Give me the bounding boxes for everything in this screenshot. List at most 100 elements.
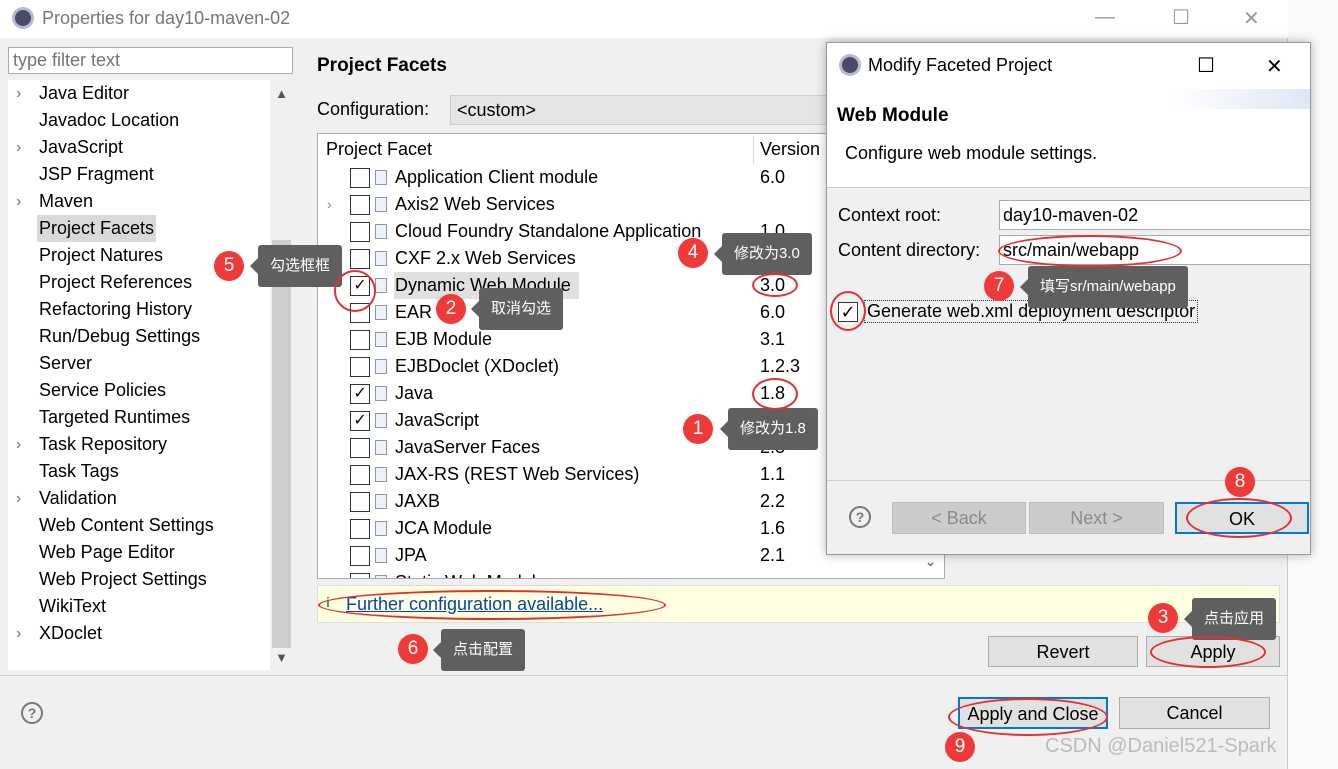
highlight-ellipse (1186, 498, 1292, 538)
expand-chevron-icon[interactable]: › (16, 620, 21, 647)
step-tooltip: 填写sr/main/webapp (1020, 266, 1188, 308)
facet-checkbox[interactable] (350, 492, 370, 512)
expand-chevron-icon[interactable]: › (327, 191, 332, 218)
facet-name: JAXB (395, 491, 441, 511)
highlight-ellipse (948, 698, 1108, 736)
facet-icon (375, 467, 387, 482)
step-badge: 8 (1225, 467, 1255, 497)
configuration-select[interactable]: <custom> (450, 95, 840, 125)
facet-checkbox[interactable] (350, 573, 370, 578)
facet-checkbox[interactable] (350, 195, 370, 215)
facet-version[interactable]: 2.2 (760, 488, 785, 515)
tree-item-label: Web Content Settings (39, 515, 214, 535)
step-badge: 1 (683, 414, 713, 444)
window-title: Properties for day10-maven-02 (42, 8, 291, 28)
highlight-ellipse (334, 270, 376, 312)
watermark: CSDN @Daniel521-Spark (1045, 735, 1277, 757)
facet-checkbox[interactable] (350, 438, 370, 458)
tree-item-label: JSP Fragment (39, 164, 154, 184)
facet-icon (375, 278, 387, 293)
context-root-label: Context root: (838, 205, 942, 225)
dialog-maximize-button[interactable]: ☐ (1197, 53, 1215, 78)
step-tooltip: 勾选框框 (249, 245, 343, 287)
dialog-description: Configure web module settings. (845, 143, 1098, 163)
facet-checkbox[interactable] (350, 519, 370, 539)
facet-icon (375, 548, 387, 563)
facet-version[interactable]: 3.1 (760, 326, 785, 353)
filter-input[interactable] (8, 47, 293, 74)
expand-chevron-icon[interactable]: › (16, 188, 21, 215)
step-tooltip: 修改为3.0 (714, 233, 812, 275)
facet-version[interactable]: 1.6 (760, 515, 785, 542)
facet-icon (375, 170, 387, 185)
tree-item-label: Refactoring History (39, 299, 193, 319)
help-icon[interactable]: ? (21, 702, 43, 724)
tree-item-label: Task Tags (39, 461, 119, 481)
tree-item-label: JavaScript (39, 137, 124, 157)
facet-checkbox[interactable] (350, 465, 370, 485)
expand-chevron-icon[interactable]: › (16, 431, 21, 458)
column-divider (753, 136, 754, 164)
dialog-header: Modify Faceted Project ☐ ✕ Web Module Co… (827, 43, 1310, 188)
tree-item-label: Javadoc Location (39, 110, 180, 130)
facet-icon (375, 494, 387, 509)
facet-checkbox[interactable]: ✓ (350, 384, 370, 404)
eclipse-icon (12, 7, 34, 29)
facet-checkbox[interactable] (350, 330, 370, 350)
tree-scroll-thumb[interactable] (272, 240, 291, 648)
facet-checkbox[interactable] (350, 546, 370, 566)
tree-item-label: Web Project Settings (39, 569, 207, 589)
tree-item-label: Task Repository (39, 434, 168, 454)
maximize-button[interactable]: ☐ (1172, 5, 1190, 30)
facet-name: JavaScript (395, 410, 480, 430)
facet-checkbox[interactable] (350, 222, 370, 242)
expand-chevron-icon[interactable]: › (16, 485, 21, 512)
close-button[interactable]: ✕ (1243, 6, 1260, 31)
tree-item-label: Service Policies (39, 380, 167, 400)
tree-item-label: XDoclet (39, 623, 103, 643)
facet-checkbox[interactable] (350, 249, 370, 269)
column-header-version[interactable]: Version (760, 139, 820, 160)
facet-version[interactable]: 6.0 (760, 164, 785, 191)
revert-button[interactable]: Revert (988, 636, 1138, 667)
step-badge: 9 (945, 732, 975, 762)
tree-item-label: Run/Debug Settings (39, 326, 201, 346)
highlight-ellipse (318, 590, 666, 620)
tree-item-label: Targeted Runtimes (39, 407, 191, 427)
cancel-button[interactable]: Cancel (1119, 697, 1270, 729)
facet-name: CXF 2.x Web Services (395, 248, 576, 268)
highlight-ellipse (998, 235, 1182, 267)
tree-item-label: Maven (39, 191, 94, 211)
facet-checkbox[interactable] (350, 357, 370, 377)
facet-version[interactable]: 6.0 (760, 299, 785, 326)
scroll-up-icon[interactable]: ▲ (270, 86, 293, 101)
divider (0, 675, 1288, 676)
table-scroll-down-icon[interactable]: ⌄ (918, 553, 943, 577)
next-button[interactable]: Next > (1029, 502, 1164, 534)
facet-name: EJB Module (395, 329, 493, 349)
tree-item-label: Web Page Editor (39, 542, 175, 562)
page-title: Project Facets (317, 55, 447, 76)
tree-item-label: Java Editor (39, 83, 130, 103)
facet-version[interactable]: 1.2.3 (760, 353, 800, 380)
facet-version[interactable]: 2.1 (760, 542, 785, 569)
facet-checkbox[interactable] (350, 168, 370, 188)
facet-icon (375, 521, 387, 536)
context-root-input[interactable]: day10-maven-02 (999, 200, 1311, 230)
highlight-ellipse (752, 378, 798, 410)
expand-chevron-icon[interactable]: › (16, 134, 21, 161)
back-button[interactable]: < Back (892, 502, 1026, 534)
facet-checkbox[interactable]: ✓ (350, 411, 370, 431)
minimize-button[interactable]: — (1095, 6, 1115, 29)
column-header-facet[interactable]: Project Facet (326, 139, 432, 160)
facet-name: Application Client module (395, 167, 599, 187)
dialog-help-icon[interactable]: ? (849, 506, 871, 528)
expand-chevron-icon[interactable]: › (16, 80, 21, 107)
facet-row[interactable]: Static Web Module (318, 569, 944, 578)
dialog-close-button[interactable]: ✕ (1266, 54, 1283, 79)
facet-name: Static Web Module (394, 569, 547, 578)
scroll-down-icon[interactable]: ▼ (270, 650, 293, 665)
header-banner (1170, 89, 1310, 109)
facet-version[interactable]: 1.1 (760, 461, 785, 488)
facet-name: JPA (395, 545, 427, 565)
